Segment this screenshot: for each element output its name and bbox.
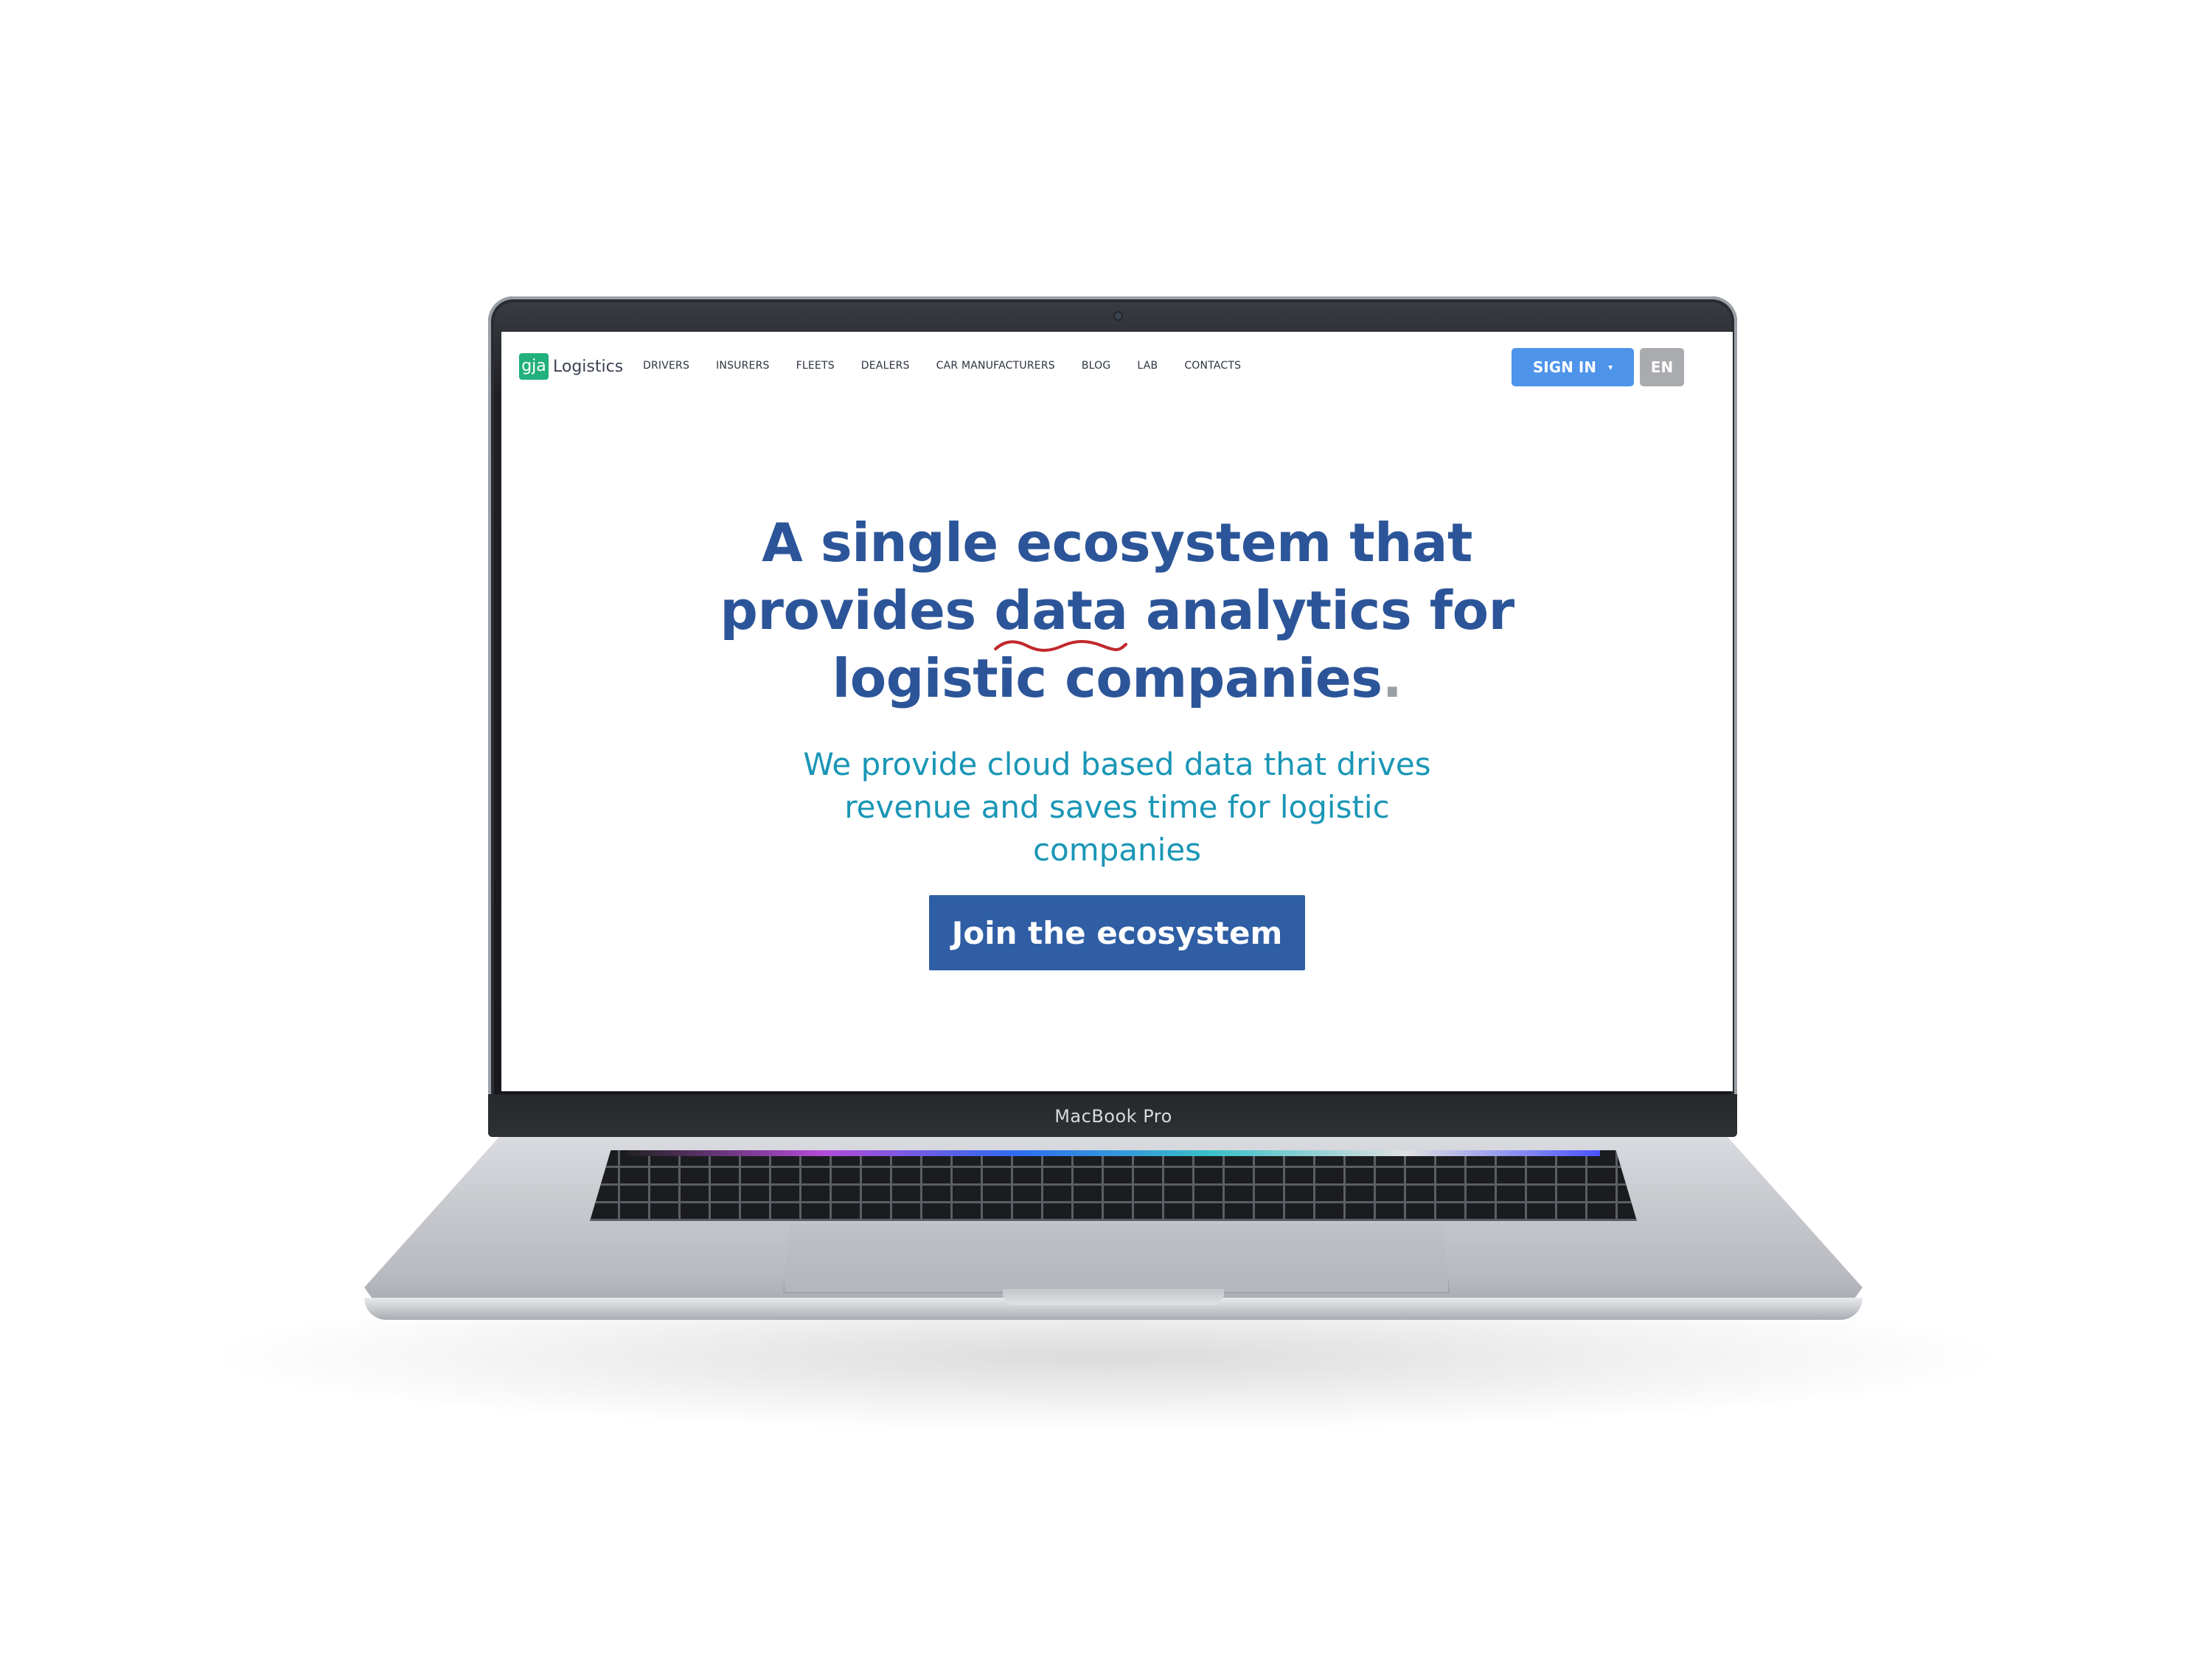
nav-link-blog[interactable]: BLOG: [1082, 360, 1111, 372]
brand-badge: gja: [519, 353, 549, 380]
brand-logo[interactable]: gja Logistics: [519, 353, 623, 380]
hero-title-line-1: A single ecosystem that: [762, 512, 1472, 574]
squiggle-underline-icon: [994, 640, 1128, 652]
highlighted-word-text: data: [994, 580, 1128, 641]
nav-link-fleets[interactable]: FLEETS: [796, 360, 835, 372]
hero-subtitle: We provide cloud based data that drives …: [803, 746, 1431, 868]
title-period: .: [1382, 647, 1402, 709]
caret-down-icon: ▾: [1608, 362, 1613, 372]
laptop-screen: gja Logistics DRIVERS INSURERS FLEETS DE…: [501, 332, 1733, 1091]
language-button[interactable]: EN: [1640, 348, 1684, 386]
nav-link-insurers[interactable]: INSURERS: [716, 360, 770, 372]
hero-title-line-3: logistic companies.: [649, 644, 1585, 712]
nav-link-lab[interactable]: LAB: [1137, 360, 1158, 372]
keyboard: [590, 1150, 1637, 1221]
sign-in-button[interactable]: SIGN IN ▾: [1512, 348, 1634, 386]
hero-title-line-2: provides data analytics for: [649, 577, 1585, 652]
navbar: gja Logistics DRIVERS INSURERS FLEETS DE…: [501, 332, 1733, 406]
sign-in-label: SIGN IN: [1532, 358, 1597, 376]
nav-link-car-manufacturers[interactable]: CAR MANUFACTURERS: [936, 360, 1055, 372]
title-text-logistic: logistic companies: [832, 647, 1382, 709]
brand-name: Logistics: [553, 357, 624, 376]
hero-title: A single ecosystem that provides data an…: [649, 509, 1585, 712]
title-text-analytics: analytics for: [1127, 580, 1514, 641]
nav-link-contacts[interactable]: CONTACTS: [1184, 360, 1241, 372]
nav-links: DRIVERS INSURERS FLEETS DEALERS CAR MANU…: [643, 360, 1267, 372]
device-label: MacBook Pro: [1054, 1106, 1172, 1127]
nav-link-drivers[interactable]: DRIVERS: [643, 360, 689, 372]
trackpad: [783, 1224, 1450, 1293]
highlighted-word: data: [994, 577, 1128, 652]
join-ecosystem-button[interactable]: Join the ecosystem: [929, 895, 1305, 970]
lid-opening-notch: [1003, 1289, 1224, 1305]
nav-link-dealers[interactable]: DEALERS: [861, 360, 910, 372]
touch-bar: [627, 1150, 1600, 1156]
title-text-provides: provides: [720, 580, 995, 641]
camera-icon: [1115, 313, 1121, 319]
